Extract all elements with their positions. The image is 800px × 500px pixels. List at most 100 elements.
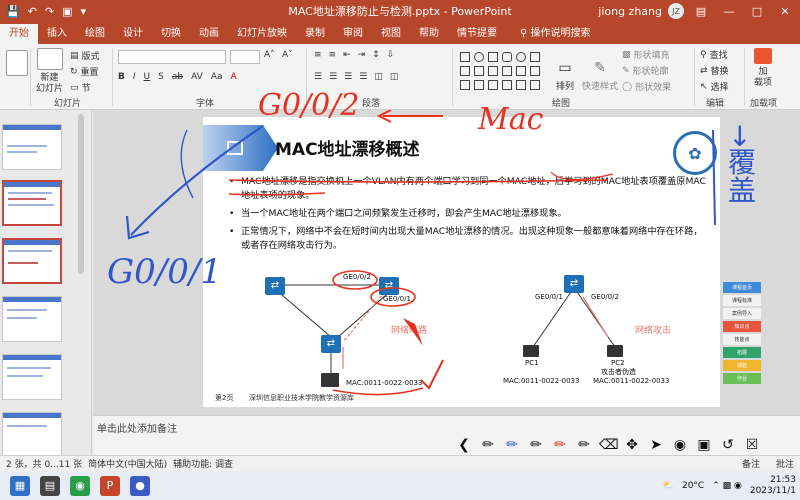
maximize-button[interactable]: □: [746, 5, 768, 18]
box-shape-icon[interactable]: [530, 52, 540, 62]
camera-icon[interactable]: ▣: [695, 437, 713, 453]
comments-toggle[interactable]: 批注: [776, 457, 794, 470]
pen-icon[interactable]: ✏: [479, 437, 497, 453]
tab-slideshow[interactable]: 幻灯片放映: [228, 24, 296, 44]
undo-ink-icon[interactable]: ↺: [719, 437, 737, 453]
tab-record[interactable]: 录制: [296, 24, 334, 44]
slide-thumbnail[interactable]: [2, 354, 62, 400]
tab-transitions[interactable]: 切换: [152, 24, 190, 44]
language-indicator[interactable]: 简体中文(中国大陆): [88, 457, 167, 470]
slide-canvas[interactable]: MAC地址漂移概述 ✿ MAC地址漂移是指交换机上一个VLAN内有两个端口学习到…: [203, 117, 720, 407]
columns-icon[interactable]: ◫: [374, 72, 383, 82]
powerpoint-icon[interactable]: P: [100, 475, 120, 496]
clock[interactable]: 21:53 2023/11/1: [750, 475, 796, 497]
flow-shape-icon[interactable]: [502, 80, 512, 90]
arrow-shape-icon[interactable]: [474, 66, 484, 76]
layout-button[interactable]: ▤ 版式: [70, 49, 100, 63]
tab-design[interactable]: 设计: [114, 24, 152, 44]
tab-home[interactable]: 开始: [0, 24, 38, 44]
notes-toggle[interactable]: 备注: [742, 457, 760, 470]
font-color-icon[interactable]: A: [231, 72, 237, 82]
cross-shape-icon[interactable]: [474, 80, 484, 90]
replace-button[interactable]: ⇄ 替换: [700, 64, 729, 78]
undo-icon[interactable]: ↶: [28, 5, 37, 18]
oval-shape-icon[interactable]: [474, 52, 484, 62]
accessibility-status[interactable]: 辅助功能: 调查: [173, 457, 233, 470]
tab-draw[interactable]: 绘图: [76, 24, 114, 44]
align-text-icon[interactable]: ◫: [390, 72, 399, 82]
rounded-rect-shape-icon[interactable]: [502, 52, 512, 62]
reset-button[interactable]: ↻ 重置: [70, 65, 99, 79]
pen-icon[interactable]: ✏: [575, 437, 593, 453]
font-size-select[interactable]: [230, 50, 260, 64]
side-tag[interactable]: 案例导入: [723, 308, 761, 319]
arrange-button[interactable]: ▭ 排列: [556, 60, 574, 92]
tab-animations[interactable]: 动画: [190, 24, 228, 44]
tray-icons[interactable]: ⌃ ▩ ◉: [712, 481, 742, 491]
user-name[interactable]: jiong zhang: [598, 5, 662, 18]
side-tag[interactable]: 课程标准: [723, 295, 761, 306]
app-icon[interactable]: ●: [130, 475, 150, 496]
slide-thumbnail-current[interactable]: [2, 238, 62, 284]
weather-temp[interactable]: 20°C: [682, 481, 704, 491]
bullets-icon[interactable]: ≡: [314, 50, 322, 60]
slide-thumbnail[interactable]: [2, 180, 62, 226]
tab-insert[interactable]: 插入: [38, 24, 76, 44]
notes-placeholder[interactable]: 单击此处添加备注: [97, 420, 177, 435]
side-tag[interactable]: 技能点: [723, 334, 761, 345]
star-shape-icon[interactable]: [488, 66, 498, 76]
avatar[interactable]: JZ: [668, 3, 684, 19]
triangle-shape-icon[interactable]: [460, 66, 470, 76]
minimize-button[interactable]: —: [718, 5, 740, 18]
italic-icon[interactable]: I: [133, 72, 136, 82]
side-tag[interactable]: 测验: [723, 360, 761, 371]
tab-view[interactable]: 视图: [372, 24, 410, 44]
align-center-icon[interactable]: ☰: [329, 72, 337, 82]
slide-thumbnail[interactable]: [2, 124, 62, 170]
font-family-select[interactable]: [118, 50, 226, 64]
side-tag[interactable]: 课程首页: [723, 282, 761, 293]
grow-font-icon[interactable]: A˄: [264, 50, 275, 60]
callout-shape-icon[interactable]: [502, 66, 512, 76]
tab-storyboard[interactable]: 情节提要: [448, 24, 506, 44]
save-icon[interactable]: 💾: [6, 5, 20, 18]
more-shape-icon[interactable]: [530, 80, 540, 90]
shape-fill-button[interactable]: ▩ 形状填充: [622, 48, 670, 62]
numbering-icon[interactable]: ≡: [329, 50, 337, 60]
strikethrough-icon[interactable]: ab: [172, 72, 183, 82]
select-button[interactable]: ↖ 选择: [700, 80, 729, 94]
shrink-font-icon[interactable]: A˅: [282, 50, 293, 60]
start-icon[interactable]: ▦: [10, 475, 30, 496]
heart-shape-icon[interactable]: [460, 80, 470, 90]
tab-review[interactable]: 审阅: [334, 24, 372, 44]
text-direction-icon[interactable]: ⇩: [387, 50, 395, 60]
line-spacing-icon[interactable]: ↕: [372, 50, 380, 60]
thumbnails-scrollbar[interactable]: [78, 114, 84, 274]
case-icon[interactable]: Aa: [211, 72, 223, 82]
increase-indent-icon[interactable]: ⇥: [358, 50, 366, 60]
red-pen-icon[interactable]: ✏: [551, 437, 569, 453]
chrome-icon[interactable]: ◉: [70, 475, 90, 496]
spacing-icon[interactable]: AV: [191, 72, 203, 82]
slide-thumbnail[interactable]: [2, 296, 62, 342]
eye-icon[interactable]: ◉: [671, 437, 689, 453]
tell-me-search[interactable]: ⚲ 操作说明搜索: [506, 24, 591, 44]
rectangle-shape-icon[interactable]: [460, 52, 470, 62]
diamond-shape-icon[interactable]: [516, 80, 526, 90]
shadow-icon[interactable]: S: [158, 72, 164, 82]
close-button[interactable]: ✕: [774, 5, 796, 18]
line-shape-icon[interactable]: [530, 66, 540, 76]
square-shape-icon[interactable]: [488, 52, 498, 62]
eraser-icon[interactable]: ⌫: [599, 437, 619, 453]
align-left-icon[interactable]: ☰: [314, 72, 322, 82]
side-tag[interactable]: 知识点: [723, 321, 761, 332]
brace-shape-icon[interactable]: [516, 66, 526, 76]
align-right-icon[interactable]: ☰: [344, 72, 352, 82]
new-slide-button[interactable]: 新建 幻灯片: [36, 48, 63, 95]
move-icon[interactable]: ✥: [623, 437, 641, 453]
customize-icon[interactable]: ▾: [81, 5, 87, 18]
slide-thumbnail[interactable]: [2, 412, 62, 458]
bold-icon[interactable]: B: [118, 72, 125, 82]
quick-styles-button[interactable]: ✎ 快速样式: [582, 60, 618, 92]
blue-pen-icon[interactable]: ✏: [503, 437, 521, 453]
